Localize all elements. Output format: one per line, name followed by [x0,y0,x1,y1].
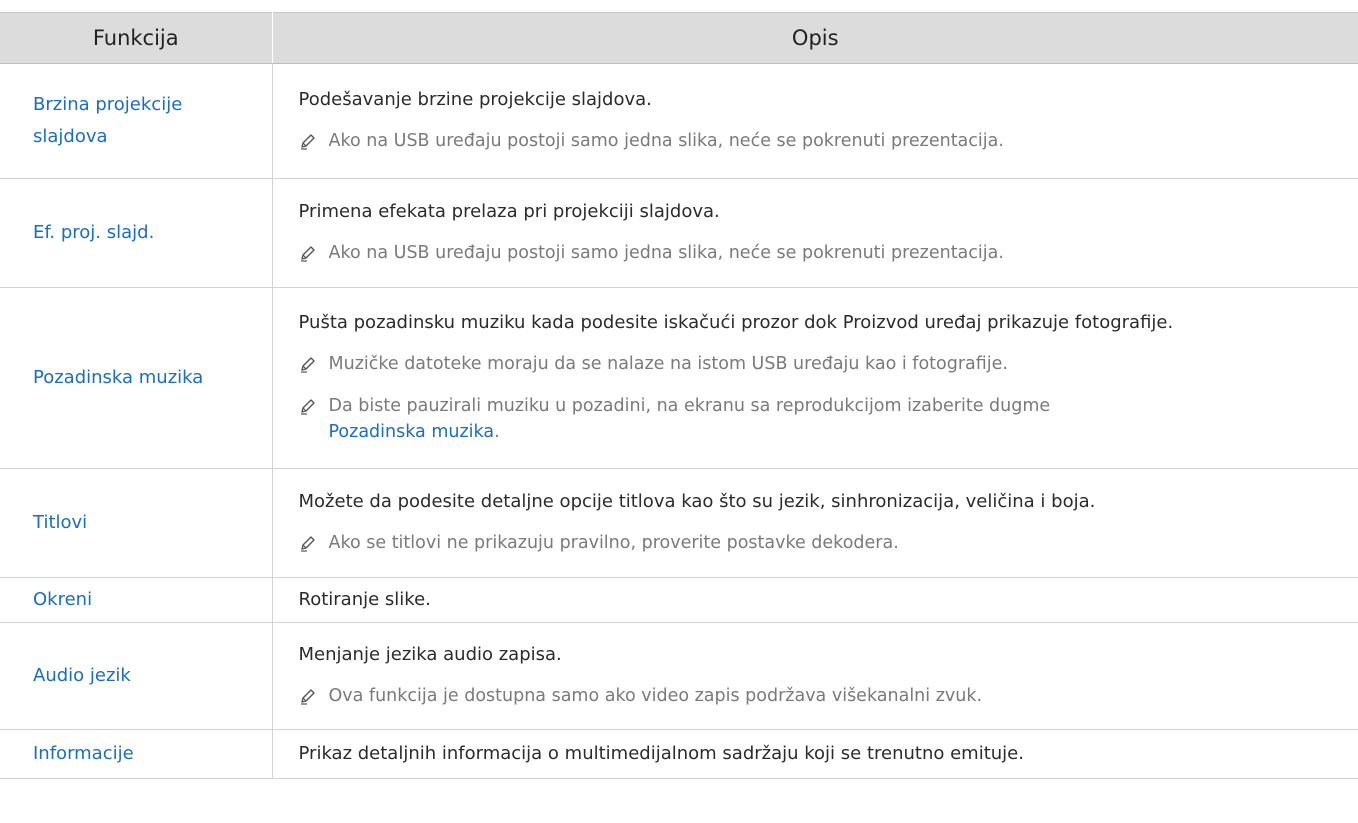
description-text: Menjanje jezika audio zapisa. [298,644,562,665]
pencil-note-icon [300,246,315,262]
pencil-note-icon [300,357,315,373]
description-text: Pušta pozadinsku muziku kada podesite is… [298,312,1174,333]
function-description-cell: Primena efekata prelaza pri projekciji s… [272,178,1358,288]
function-description-cell: Možete da podesite detaljne opcije titlo… [272,468,1358,578]
table-row: Titlovi Možete da podesite detaljne opci… [0,468,1358,578]
function-name[interactable]: Titlovi [0,468,273,578]
description-text: Podešavanje brzine projekcije slajdova. [298,89,652,110]
table-row: Brzina projekcije slajdova Podešavanje b… [0,63,1358,179]
description-text: Rotiranje slike. [298,589,431,610]
note: Ako na USB uređaju postoji samo jedna sl… [299,240,1349,266]
pencil-note-icon [300,399,315,415]
table-row: Okreni Rotiranje slike. [0,577,1358,623]
note-text: Ako se titlovi ne prikazuju pravilno, pr… [328,533,899,553]
inline-link-pozadinska-muzika[interactable]: Pozadinska muzika [329,422,495,442]
note: Ako se titlovi ne prikazuju pravilno, pr… [299,530,1349,556]
description-text: Prikaz detaljnih informacija o multimedi… [298,743,1024,764]
pencil-note-icon [300,536,315,552]
note-text: Ako na USB uređaju postoji samo jedna sl… [328,131,1004,151]
table-header-row: Funkcija Opis [0,12,1358,64]
function-name[interactable]: Brzina projekcije slajdova [0,63,273,179]
column-header-description: Opis [272,12,1358,64]
table-row: Informacije Prikaz detaljnih informacija… [0,729,1358,779]
note: Da biste pauzirali muziku u pozadini, na… [299,393,1349,445]
pencil-note-icon [300,134,315,150]
note-text: Ova funkcija je dostupna samo ako video … [328,686,983,706]
function-name[interactable]: Informacije [0,729,273,779]
function-name[interactable]: Audio jezik [0,622,273,730]
table-row: Audio jezik Menjanje jezika audio zapisa… [0,622,1358,730]
function-name[interactable]: Pozadinska muzika [0,287,273,469]
note: Ako na USB uređaju postoji samo jedna sl… [299,128,1349,154]
note-text: Muzičke datoteke moraju da se nalaze na … [328,354,1008,374]
note-text: Ako na USB uređaju postoji samo jedna sl… [328,243,1004,263]
description-text: Možete da podesite detaljne opcije titlo… [298,491,1096,512]
function-description-cell: Pušta pozadinsku muziku kada podesite is… [272,287,1358,469]
description-text: Primena efekata prelaza pri projekciji s… [298,201,720,222]
manual-page: Funkcija Opis Brzina projekcije slajdova… [0,0,1358,823]
function-name[interactable]: Ef. proj. slajd. [0,178,273,288]
table-row: Ef. proj. slajd. Primena efekata prelaza… [0,178,1358,288]
function-description-cell: Rotiranje slike. [272,577,1358,623]
column-header-function: Funkcija [0,12,273,64]
function-description-cell: Podešavanje brzine projekcije slajdova. … [272,63,1358,179]
note: Ova funkcija je dostupna samo ako video … [299,683,1349,709]
function-description-cell: Menjanje jezika audio zapisa. Ova funkci… [272,622,1358,730]
pencil-note-icon [300,689,315,705]
note-text: Da biste pauzirali muziku u pozadini, na… [328,396,1051,416]
function-table: Funkcija Opis Brzina projekcije slajdova… [0,12,1358,779]
function-name[interactable]: Okreni [0,577,273,623]
note: Muzičke datoteke moraju da se nalaze na … [299,351,1349,377]
table-row: Pozadinska muzika Pušta pozadinsku muzik… [0,287,1358,469]
note-period: . [494,422,500,442]
function-description-cell: Prikaz detaljnih informacija o multimedi… [272,729,1358,779]
